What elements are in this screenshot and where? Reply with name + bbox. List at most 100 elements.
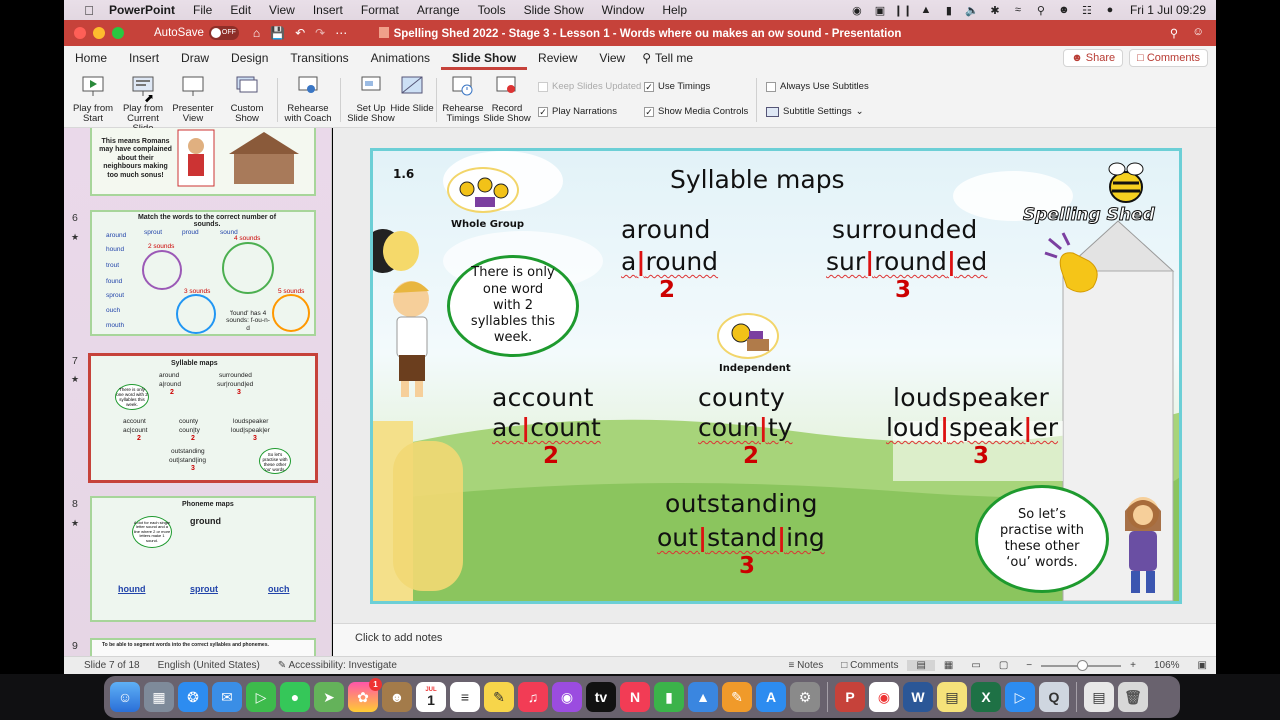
app-store-icon[interactable]: A bbox=[756, 682, 786, 712]
zoom-out-icon[interactable]: − bbox=[1017, 660, 1041, 671]
share-button[interactable]: ☻ Share bbox=[1063, 49, 1124, 67]
slide-thumbnails-pane[interactable]: This means Romans may have complained ab… bbox=[64, 128, 332, 656]
undo-icon[interactable]: ↶ bbox=[295, 26, 305, 40]
notes-app-icon[interactable]: ✎ bbox=[484, 682, 514, 712]
rehearse-with-coach-button[interactable]: Rehearse with Coach bbox=[282, 74, 334, 124]
news-icon[interactable]: N bbox=[620, 682, 650, 712]
apple-icon[interactable]:  bbox=[78, 3, 100, 18]
tab-design[interactable]: Design bbox=[220, 51, 279, 70]
tab-review[interactable]: Review bbox=[527, 51, 588, 70]
accessibility-indicator[interactable]: ✎ Accessibility: Investigate bbox=[269, 660, 406, 671]
bluetooth-icon[interactable]: ✱ bbox=[988, 4, 1002, 17]
autosave-control[interactable]: AutoSave OFF bbox=[132, 26, 239, 40]
redo-icon[interactable]: ↷ bbox=[315, 26, 325, 40]
launchpad-icon[interactable]: ▦ bbox=[144, 682, 174, 712]
zoom-slider-knob[interactable] bbox=[1077, 659, 1089, 671]
zoom-in-icon[interactable]: + bbox=[1121, 660, 1145, 671]
slide-thumbnail-9[interactable]: To be able to segment words into the cor… bbox=[90, 638, 316, 656]
zoom-level[interactable]: 106% bbox=[1145, 660, 1189, 671]
hide-slide-button[interactable]: Hide Slide bbox=[387, 74, 437, 114]
calendar-icon[interactable]: JUL 1 bbox=[416, 682, 446, 712]
use-timings-checkbox[interactable]: ✓ Use Timings bbox=[644, 81, 710, 92]
current-slide[interactable]: 1.6 Syllable maps Whole Group Spelling S… bbox=[370, 148, 1182, 604]
word-icon[interactable]: W bbox=[903, 682, 933, 712]
wifi-icon[interactable]: ≈ bbox=[1011, 4, 1025, 16]
record-slide-show-button[interactable]: Record Slide Show bbox=[482, 74, 532, 124]
save-icon[interactable]: 💾 bbox=[270, 26, 285, 40]
battery-icon[interactable]: ▮ bbox=[942, 4, 956, 17]
play-from-current-slide-button[interactable]: Play from Current Slide bbox=[118, 74, 168, 134]
menu-app-name[interactable]: PowerPoint bbox=[100, 3, 184, 17]
rehearse-timings-button[interactable]: Rehearse Timings bbox=[438, 74, 488, 124]
messages-icon[interactable]: ● bbox=[280, 682, 310, 712]
close-window-button[interactable] bbox=[74, 27, 86, 39]
finder-icon[interactable]: ☺ bbox=[110, 682, 140, 712]
always-use-subtitles-checkbox[interactable]: Always Use Subtitles bbox=[766, 81, 869, 92]
menu-tools[interactable]: Tools bbox=[469, 3, 515, 17]
user-icon[interactable]: ☻ bbox=[1057, 4, 1071, 16]
fit-to-window-icon[interactable]: ▣ bbox=[1189, 660, 1216, 671]
comments-button[interactable]: □ Comments bbox=[1129, 49, 1208, 67]
slide-thumbnail-6[interactable]: Match the words to the correct number of… bbox=[90, 210, 316, 336]
pages-icon[interactable]: ✎ bbox=[722, 682, 752, 712]
upload-icon[interactable]: ▲ bbox=[919, 4, 933, 16]
share-person-icon[interactable]: ☺ bbox=[1192, 26, 1204, 40]
menu-file[interactable]: File bbox=[184, 3, 221, 17]
safari-icon[interactable]: ❂ bbox=[178, 682, 208, 712]
control-center-icon[interactable]: ☷ bbox=[1080, 4, 1094, 17]
zoom-slider[interactable] bbox=[1041, 659, 1122, 671]
photos-icon[interactable]: ✿ 1 bbox=[348, 678, 382, 712]
mail-icon[interactable]: ✉ bbox=[212, 682, 242, 712]
tab-slide-show[interactable]: Slide Show bbox=[441, 51, 528, 70]
menu-window[interactable]: Window bbox=[593, 3, 654, 17]
chrome-icon[interactable]: ◉ bbox=[869, 682, 899, 712]
menu-edit[interactable]: Edit bbox=[221, 3, 260, 17]
slideshow-view-icon[interactable]: ▢ bbox=[990, 660, 1017, 671]
keep-slides-updated-checkbox[interactable]: Keep Slides Updated bbox=[538, 81, 641, 92]
normal-view-icon[interactable]: ▤ bbox=[907, 660, 935, 671]
play-from-start-button[interactable]: Play from Start bbox=[68, 74, 118, 124]
play-narrations-checkbox[interactable]: ✓ Play Narrations bbox=[538, 106, 617, 117]
slide-sorter-icon[interactable]: ▦ bbox=[935, 660, 962, 671]
tab-transitions[interactable]: Transitions bbox=[279, 51, 359, 70]
minimize-window-button[interactable] bbox=[93, 27, 105, 39]
excel-icon[interactable]: X bbox=[971, 682, 1001, 712]
menubar-clock[interactable]: Fri 1 Jul 09:29 bbox=[1130, 3, 1206, 17]
downloads-stack-icon[interactable]: ▤ bbox=[1084, 682, 1114, 712]
search-icon[interactable]: ⚲ bbox=[1034, 4, 1048, 17]
quicktime-icon[interactable]: Q bbox=[1039, 682, 1069, 712]
custom-show-button[interactable]: Custom Show bbox=[222, 74, 272, 124]
comments-toggle[interactable]: □ Comments bbox=[832, 660, 907, 671]
system-preferences-icon[interactable]: ⚙ bbox=[790, 682, 820, 712]
contacts-icon[interactable]: ☻ bbox=[382, 682, 412, 712]
menu-format[interactable]: Format bbox=[352, 3, 408, 17]
video-icon[interactable]: ▣ bbox=[873, 4, 887, 17]
language-indicator[interactable]: English (United States) bbox=[149, 660, 269, 671]
zoom-window-button[interactable] bbox=[112, 27, 124, 39]
volume-icon[interactable]: 🔈 bbox=[965, 4, 979, 17]
apple-tv-icon[interactable]: tv bbox=[586, 682, 616, 712]
reminders-icon[interactable]: ≡ bbox=[450, 682, 480, 712]
numbers-icon[interactable]: ▮ bbox=[654, 682, 684, 712]
menu-slide-show[interactable]: Slide Show bbox=[515, 3, 593, 17]
autosave-toggle[interactable]: OFF bbox=[208, 26, 239, 40]
trash-icon[interactable]: 🗑 bbox=[1118, 682, 1148, 712]
menu-arrange[interactable]: Arrange bbox=[408, 3, 469, 17]
powerpoint-icon[interactable]: P bbox=[835, 682, 865, 712]
menu-view[interactable]: View bbox=[260, 3, 304, 17]
stickies-icon[interactable]: ▤ bbox=[937, 682, 967, 712]
tab-insert[interactable]: Insert bbox=[118, 51, 170, 70]
tab-draw[interactable]: Draw bbox=[170, 51, 220, 70]
podcasts-icon[interactable]: ◉ bbox=[552, 682, 582, 712]
record-icon[interactable]: ◉ bbox=[850, 4, 864, 17]
show-media-controls-checkbox[interactable]: ✓ Show Media Controls bbox=[644, 106, 748, 117]
tab-home[interactable]: Home bbox=[64, 51, 118, 70]
slide-thumbnail-5[interactable]: This means Romans may have complained ab… bbox=[90, 128, 316, 196]
pause-icon[interactable]: ❙❙ bbox=[894, 4, 912, 17]
presenter-view-button[interactable]: Presenter View bbox=[168, 74, 218, 124]
maps-icon[interactable]: ➤ bbox=[314, 682, 344, 712]
slide-thumbnail-8[interactable]: Phoneme maps ground A dot for each singl… bbox=[90, 496, 316, 622]
notes-pane[interactable]: Click to add notes bbox=[333, 623, 1216, 656]
tab-view[interactable]: View bbox=[588, 51, 636, 70]
tab-animations[interactable]: Animations bbox=[360, 51, 441, 70]
